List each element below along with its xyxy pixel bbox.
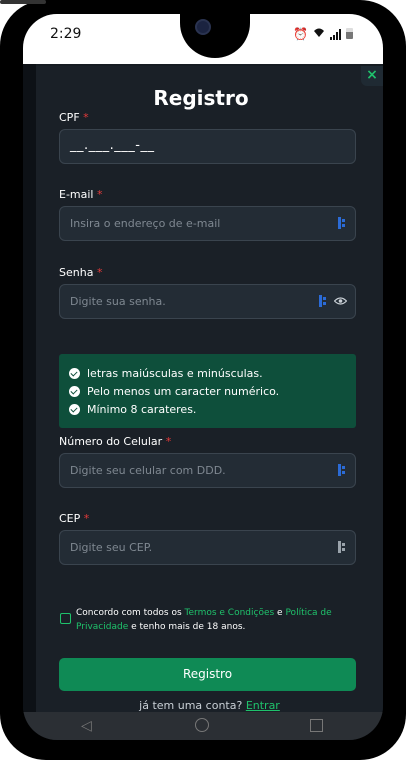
terms-conjunction: e [274,608,286,618]
cep-placeholder: Digite seu CEP. [70,541,153,554]
modal-title: Registro [153,86,249,110]
required-mark: * [83,512,90,525]
home-icon[interactable] [195,718,209,732]
recent-apps-icon[interactable] [310,719,323,732]
password-placeholder: Digite sua senha. [70,295,166,308]
back-icon[interactable]: ◁ [81,718,92,734]
wifi-icon [313,27,325,40]
status-icons: ⏰ [293,27,353,40]
terms-text: Concordo com todos os Termos e Condições… [76,606,366,634]
rule-text: Mínimo 8 carateres. [87,402,197,416]
screen: 2:29 ⏰ × Registro CPF * __.___.___-__ E-… [23,14,383,740]
terms-checkbox[interactable] [60,613,71,624]
check-circle-icon [69,403,80,415]
camera-notch [180,14,250,58]
required-mark: * [97,188,103,201]
check-circle-icon [69,385,80,397]
android-nav-bar: ◁ [23,712,383,740]
close-icon[interactable]: × [361,66,383,86]
terms-conditions-link[interactable]: Termos e Condições [185,608,275,618]
required-mark: * [165,435,172,448]
cpf-value: __.___.___-__ [70,138,155,153]
password-rule: Pelo menos um caracter numérico. [69,382,346,400]
cpf-label-text: CPF [59,111,80,124]
phone-field[interactable]: Digite seu celular com DDD. [59,453,356,488]
login-link[interactable]: Entrar [246,699,280,712]
signal-icon [330,28,341,40]
status-bar: 2:29 ⏰ [23,14,383,64]
cep-label-text: CEP [59,512,81,525]
password-rules-box: letras maiúsculas e minúsculas. Pelo men… [59,354,356,428]
cpf-label: CPF * [59,111,89,124]
phone-placeholder: Digite seu celular com DDD. [70,464,226,477]
phone-top-button [0,0,46,4]
show-password-eye-icon[interactable] [334,296,347,306]
battery-icon [346,28,353,39]
phone-label-text: Número do Celular [59,435,163,448]
cep-field[interactable]: Digite seu CEP. [59,530,356,565]
password-rule: Mínimo 8 carateres. [69,400,346,418]
alarm-icon: ⏰ [293,26,308,41]
cep-label: CEP * [59,512,89,525]
password-label: Senha * [59,266,102,279]
required-mark: * [83,111,89,124]
check-circle-icon [69,367,80,379]
terms-suffix: e tenho mais de 18 anos. [128,622,246,632]
email-placeholder: Insira o endereço de e-mail [70,217,221,230]
autofill-key-icon[interactable] [338,540,346,554]
phone-label: Número do Celular * [59,435,171,448]
autofill-key-icon[interactable] [319,294,327,308]
autofill-key-icon[interactable] [338,216,346,230]
autofill-key-icon[interactable] [338,463,346,477]
terms-prefix: Concordo com todos os [76,608,185,618]
phone-frame: 2:29 ⏰ × Registro CPF * __.___.___-__ E-… [0,0,406,760]
password-rule: letras maiúsculas e minúsculas. [69,364,346,382]
rule-text: letras maiúsculas e minúsculas. [87,366,263,380]
background-page [23,64,36,712]
register-button[interactable]: Registro [59,658,356,691]
email-label: E-mail * [59,188,103,201]
password-field[interactable]: Digite sua senha. [59,284,356,319]
status-time: 2:29 [50,26,82,42]
email-label-text: E-mail [59,188,94,201]
login-prompt-text: já tem uma conta? [139,699,243,712]
email-field[interactable]: Insira o endereço de e-mail [59,206,356,241]
password-label-text: Senha [59,266,94,279]
rule-text: Pelo menos um caracter numérico. [87,384,280,398]
login-prompt: já tem uma conta? Entrar [36,699,383,712]
cpf-field[interactable]: __.___.___-__ [59,129,356,164]
front-camera-icon [195,19,211,35]
required-mark: * [96,266,103,279]
registration-modal: × Registro CPF * __.___.___-__ E-mail * … [36,66,383,716]
